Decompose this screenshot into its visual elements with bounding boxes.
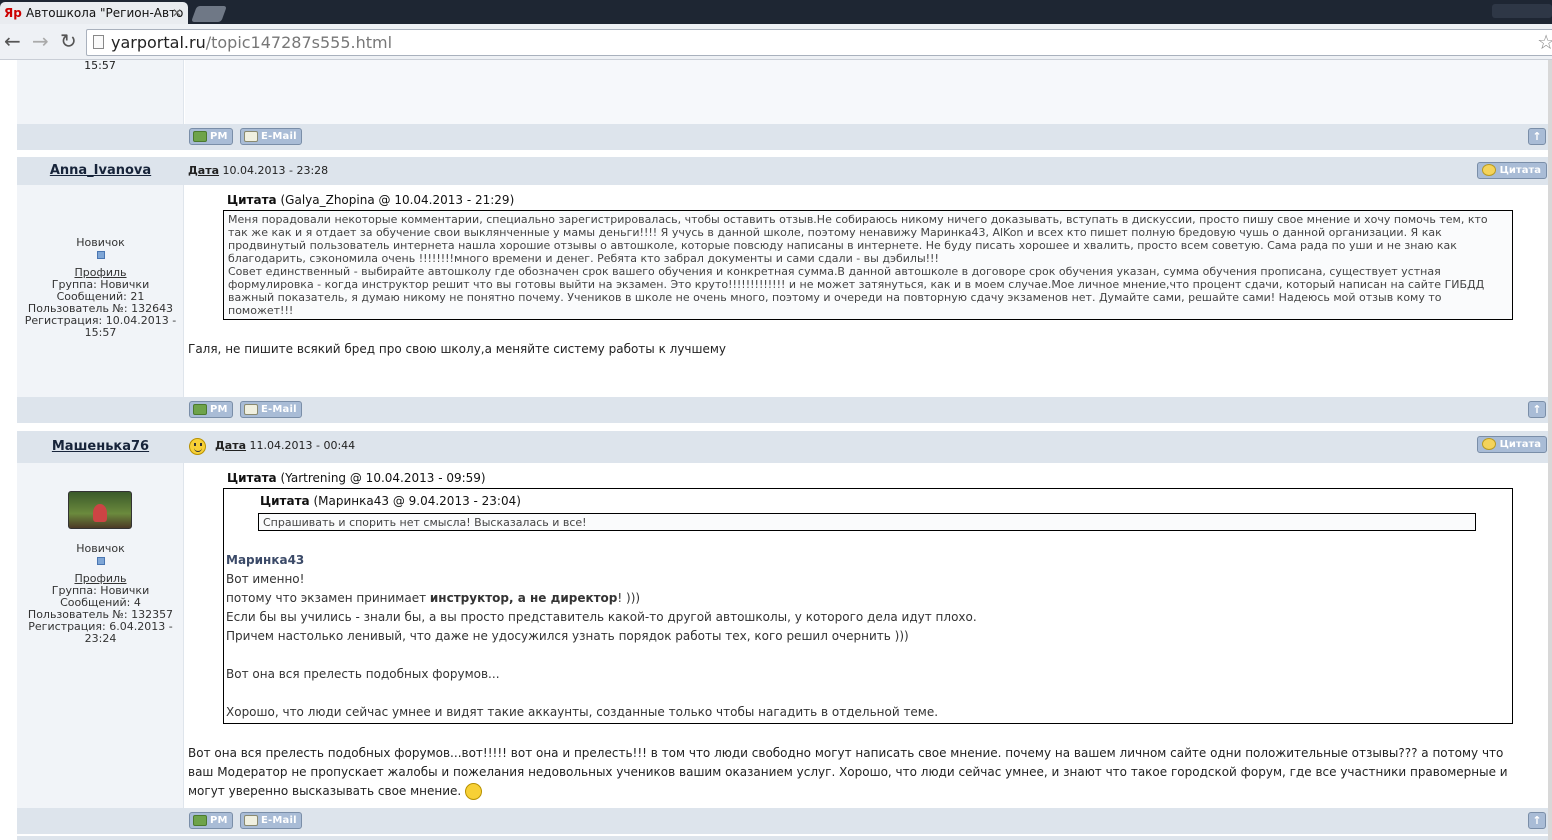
new-tab-button[interactable] [191,6,227,22]
post-text: Галя, не пишите всякий бред про свою шко… [188,342,727,356]
favicon-icon: Яр [4,6,22,20]
scroll-top-button[interactable]: ↑ [1528,128,1546,145]
quote-button[interactable]: Цитата [1476,436,1547,453]
quote-line: потому что экзамен принимает инструктор,… [226,591,641,605]
prev-registered-time: 15:57 [84,60,116,72]
quote-line: Вот именно! [226,572,305,586]
prev-post-body: 15:57 [17,60,1551,124]
pm-button[interactable]: PM [189,401,233,418]
post-header: Anna_Ivanova Дата 10.04.2013 - 23:28 Цит… [17,157,1551,185]
bookmark-star-icon[interactable]: ☆ [1537,30,1552,55]
rank-pip-icon [96,251,105,259]
quote-header: Цитата (Yartrening @ 10.04.2013 - 09:59) [227,471,486,485]
window-controls[interactable] [1492,4,1552,18]
scroll-top-button[interactable]: ↑ [1528,401,1546,418]
quote-box: Меня порадовали некоторые комментарии, с… [223,210,1513,320]
user-info: Новичок Профиль Группа: Новички Сообщени… [17,237,184,339]
tab-title: Автошкола "Регион-Авто [26,6,184,20]
post-text: Вот она вся прелесть подобных форумов...… [188,746,1508,800]
page-icon [93,35,104,49]
quote-header: Цитата (Galya_Zhopina @ 10.04.2013 - 21:… [227,193,515,207]
quote-button[interactable]: Цитата [1476,162,1547,179]
smiley-icon [189,438,206,455]
post-actions-bar: PM E-Mail ↑ [17,124,1551,150]
url-path: /topic147287s555.html [205,33,393,52]
scroll-top-button[interactable]: ↑ [1528,812,1546,829]
rank-pip-icon [96,557,105,565]
avatar[interactable] [68,491,132,529]
post-date: Дата 11.04.2013 - 00:44 [215,439,356,452]
user-info: Новичок Профиль Группа: Новички Сообщени… [17,543,184,645]
user-rank: Новичок [76,236,125,249]
close-tab-icon[interactable]: ✕ [172,2,182,24]
quote-line: Хорошо, что люди сейчас умнее и видят та… [226,705,939,719]
back-arrow-icon[interactable]: ← [4,30,21,52]
quote-box: Цитата (Маринка43 @ 9.04.2013 - 23:04) С… [223,488,1513,724]
quote-line: Если бы вы учились - знали бы, а вы прос… [226,610,977,624]
smiley-icon [465,783,483,800]
email-button[interactable]: E-Mail [240,401,302,418]
post-header: Машенька76 Дата 11.04.2013 - 00:44 Цитат… [17,431,1551,463]
email-button[interactable]: E-Mail [240,128,302,145]
nested-quote-box: Спрашивать и спорить нет смысла! Высказа… [258,513,1476,531]
user-registered-time: 15:57 [84,326,117,339]
next-post-header [17,836,1551,840]
quote-line: Вот она вся прелесть подобных форумов... [226,667,500,681]
reload-icon[interactable]: ↻ [60,30,77,52]
forward-arrow-icon[interactable]: → [32,30,49,52]
page-scrollbar[interactable] [1548,60,1552,840]
post-actions-bar: PM E-Mail ↑ [17,808,1551,834]
nested-quote-header: Цитата (Маринка43 @ 9.04.2013 - 23:04) [260,494,521,508]
forum-page: 15:57 PM E-Mail ↑ Anna_Ivanova Дата 10.0… [0,60,1552,840]
browser-tab[interactable]: Яр Автошкола "Регион-Авто ✕ [0,2,188,24]
post-body: Новичок Профиль Группа: Новички Сообщени… [17,185,1551,397]
post-body: Новичок Профиль Группа: Новички Сообщени… [17,463,1551,808]
url-domain: yarportal.ru [111,33,206,52]
user-rank: Новичок [76,542,125,555]
post-author[interactable]: Anna_Ivanova [17,157,184,185]
quote-line: Причем настолько ленивый, что даже не уд… [226,629,909,643]
tab-bar: Яр Автошкола "Регион-Авто ✕ [0,0,1552,24]
post-author[interactable]: Машенька76 [17,431,184,463]
post-actions-bar: PM E-Mail ↑ [17,397,1551,423]
address-bar[interactable]: yarportal.ru/topic147287s555.html ☆ [86,29,1552,56]
user-registered-time: 23:24 [84,632,117,645]
pm-button[interactable]: PM [189,812,233,829]
quote-author: Маринка43 [226,553,305,567]
email-button[interactable]: E-Mail [240,812,302,829]
browser-toolbar: ← → ↻ yarportal.ru/topic147287s555.html … [0,24,1552,60]
pm-button[interactable]: PM [189,128,233,145]
post-date: Дата 10.04.2013 - 23:28 [188,164,329,177]
